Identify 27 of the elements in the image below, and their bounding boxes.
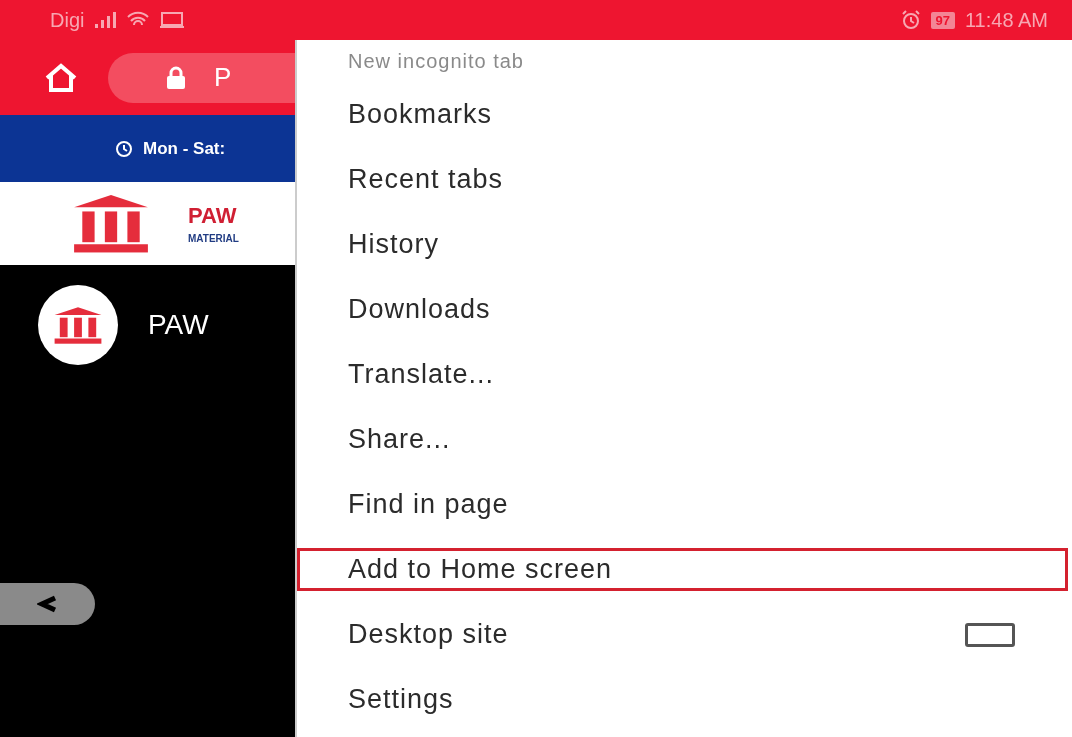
- menu-item[interactable]: Find in page: [297, 472, 1068, 537]
- hero-title: PAW: [148, 309, 209, 341]
- signal-icon: [94, 12, 117, 28]
- lock-icon: [164, 65, 188, 90]
- menu-item[interactable]: Desktop site: [297, 602, 1068, 667]
- home-icon[interactable]: [44, 62, 78, 93]
- screen-icon: [160, 12, 185, 28]
- hours-text: Mon - Sat:: [143, 138, 226, 159]
- brand-subtitle: MATERIAL: [188, 233, 239, 244]
- menu-item[interactable]: Share...: [297, 407, 1068, 472]
- building-logo-icon: [52, 305, 104, 345]
- clock-icon: [115, 139, 133, 158]
- checkbox[interactable]: [965, 622, 1015, 647]
- menu-item[interactable]: Settings: [297, 667, 1068, 732]
- brand-title: PAW: [188, 203, 238, 229]
- carrier-name: Digi: [50, 8, 85, 32]
- menu-item[interactable]: History: [297, 212, 1068, 277]
- menu-item[interactable]: Downloads: [297, 277, 1068, 342]
- menu-item[interactable]: Add to Home screen: [297, 548, 1068, 591]
- alarm-icon: [900, 10, 921, 30]
- back-button[interactable]: [0, 583, 95, 625]
- chevron-left-icon: [36, 595, 59, 613]
- menu-item[interactable]: Bookmarks: [297, 82, 1068, 147]
- menu-item[interactable]: Translate...: [297, 342, 1068, 407]
- clock-time: 11:48 AM: [964, 8, 1048, 32]
- menu-item[interactable]: Recent tabs: [297, 147, 1068, 212]
- battery-level: 97: [930, 11, 955, 29]
